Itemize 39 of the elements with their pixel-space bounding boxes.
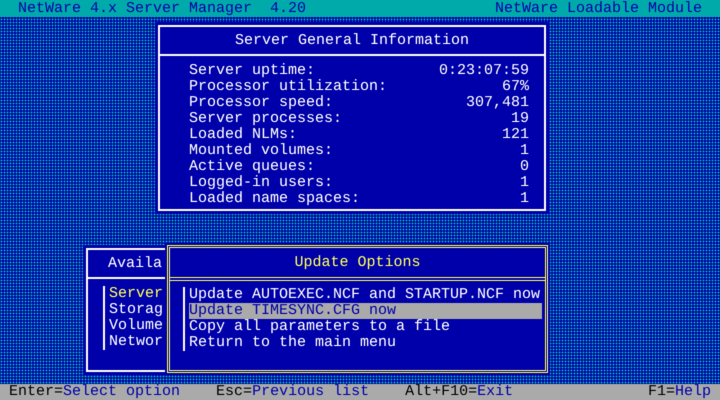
menu-item[interactable]: Update AUTOEXEC.NCF and STARTUP.NCF now	[189, 287, 542, 303]
menu-item[interactable]: Copy all parameters to a file	[189, 319, 542, 335]
shortcut-key: Enter=	[9, 384, 64, 400]
menu-item[interactable]: Server	[109, 286, 164, 302]
window-title: Server General Information	[234, 32, 470, 48]
window-title: Update Options	[294, 254, 421, 270]
shortcut-key: Esc=	[216, 384, 252, 400]
field-value: 1	[520, 191, 529, 207]
shortcut-action: Exit	[477, 384, 514, 400]
field-value: 0:23:07:59	[438, 63, 529, 79]
menu-item[interactable]: Update TIMESYNC.CFG now	[189, 303, 542, 319]
field-label: Loaded NLMs:	[189, 127, 298, 143]
field-value: 307,481	[466, 95, 529, 111]
app-title: NetWare 4.x Server Manager 4.20	[18, 0, 306, 16]
field-label: Logged-in users:	[189, 175, 334, 191]
field-label: Mounted volumes:	[189, 143, 334, 159]
menu-item[interactable]: Networ	[109, 334, 164, 350]
field-value: 1	[520, 175, 529, 191]
shortcut-key: F1=	[648, 384, 675, 400]
window-title: Availa	[108, 256, 162, 272]
shortcut-action: Select option	[63, 384, 180, 400]
field-value: 19	[510, 111, 529, 127]
menu-item[interactable]: Storag	[109, 302, 164, 318]
field-label: Active queues:	[189, 159, 316, 175]
field-value: 121	[502, 127, 529, 143]
shortcut-action: Previous list	[252, 384, 370, 400]
field-label: Processor speed:	[189, 95, 334, 111]
menu-item[interactable]: Volume	[109, 318, 164, 334]
field-value: 67%	[502, 79, 529, 95]
field-label: Server uptime:	[189, 63, 316, 79]
field-value: 1	[520, 143, 529, 159]
field-label: Loaded name spaces:	[189, 191, 360, 207]
field-label: Processor utilization:	[189, 79, 388, 95]
field-label: Server processes:	[189, 111, 342, 127]
shortcut-action: Help	[674, 384, 711, 400]
menu-item[interactable]: Return to the main menu	[189, 335, 542, 351]
field-value: 0	[520, 159, 529, 175]
module-label: NetWare Loadable Module	[494, 0, 702, 16]
shortcut-key: Alt+F10=	[405, 384, 478, 400]
